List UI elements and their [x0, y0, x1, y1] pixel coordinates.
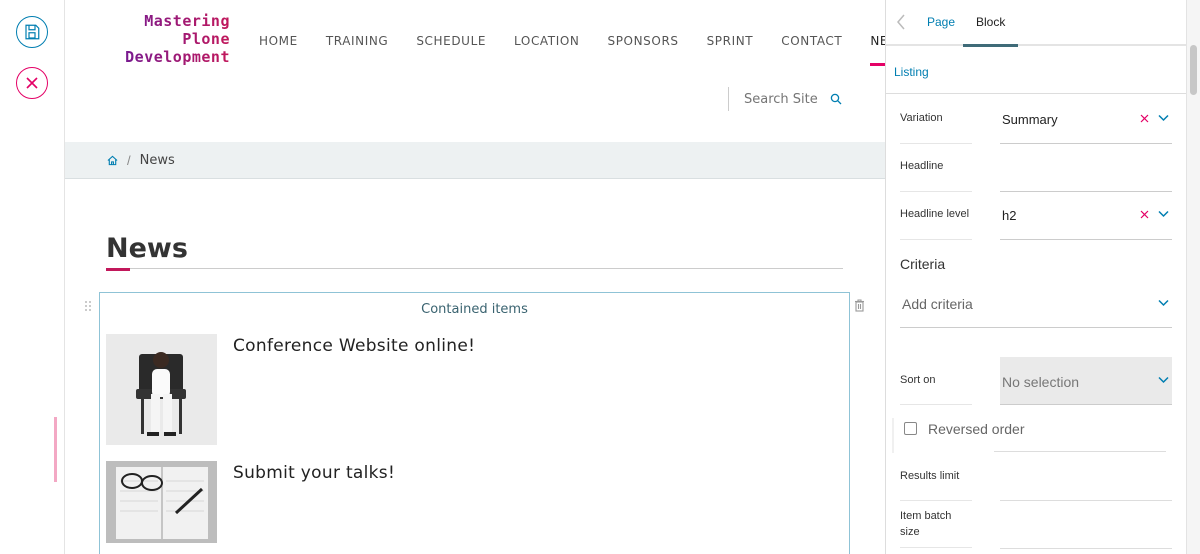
logo-line: Plone: [182, 30, 230, 48]
item-batch-size-label: Item batch size: [900, 508, 951, 540]
nav-location[interactable]: LOCATION: [500, 0, 593, 66]
sidebar-tabs: Page Block: [886, 0, 1186, 47]
breadcrumb: / News: [65, 142, 885, 179]
field-divider: [994, 451, 1166, 452]
chevron-left-icon[interactable]: [896, 14, 906, 30]
field-divider: [900, 500, 972, 501]
item-title[interactable]: Submit your talks!: [233, 463, 395, 543]
list-item[interactable]: Submit your talks!: [106, 461, 395, 543]
drag-handle-icon[interactable]: [83, 300, 93, 312]
field-divider: [900, 239, 972, 240]
site-logo[interactable]: Mastering Plone Development: [105, 12, 230, 66]
item-thumbnail[interactable]: [106, 461, 217, 543]
add-criteria-placeholder: Add criteria: [902, 296, 973, 312]
page-title[interactable]: News: [106, 233, 188, 264]
reversed-order-row: Reversed order: [892, 418, 1172, 453]
breadcrumb-current: News: [139, 152, 175, 168]
title-divider: [106, 268, 843, 269]
chevron-down-icon[interactable]: [1158, 376, 1169, 384]
listing-block[interactable]: Contained items Conference Website onlin…: [99, 292, 850, 554]
chevron-down-icon[interactable]: [1158, 299, 1169, 307]
close-icon: [26, 77, 38, 89]
nav-training[interactable]: TRAINING: [312, 0, 403, 66]
listing-header: Contained items: [421, 302, 528, 317]
chevron-down-icon[interactable]: [1158, 210, 1169, 218]
tab-block[interactable]: Block: [976, 15, 1005, 29]
block-edit-marker: [54, 417, 57, 482]
label-line: Item batch: [900, 510, 952, 522]
results-limit-input[interactable]: [1000, 453, 1172, 501]
field-divider: [900, 191, 972, 192]
sidebar: Page Block Listing Variation Summary Hea…: [885, 0, 1186, 554]
nav-sponsors[interactable]: SPONSORS: [594, 0, 693, 66]
headline-level-select[interactable]: h2: [1000, 192, 1172, 240]
headline-level-label: Headline level: [900, 208, 970, 220]
variation-label: Variation: [900, 112, 943, 124]
headline-input[interactable]: [1000, 144, 1172, 192]
item-title[interactable]: Conference Website online!: [233, 336, 475, 445]
chevron-down-icon[interactable]: [1158, 114, 1169, 122]
reversed-order-checkbox[interactable]: [904, 422, 917, 435]
sort-on-label: Sort on: [900, 374, 936, 386]
site-content: Mastering Plone Development HOME TRAININ…: [65, 0, 885, 554]
home-icon[interactable]: [107, 155, 118, 166]
nav-news[interactable]: NEWS: [856, 0, 885, 66]
item-batch-size-input[interactable]: [1000, 501, 1172, 549]
sort-on-select[interactable]: No selection: [1000, 357, 1172, 405]
nav-contact[interactable]: CONTACT: [767, 0, 856, 66]
reversed-order-label[interactable]: Reversed order: [928, 421, 1025, 437]
active-tab-indicator: [963, 44, 1018, 47]
save-button[interactable]: [16, 16, 48, 48]
field-divider: [900, 404, 972, 405]
nav-schedule[interactable]: SCHEDULE: [402, 0, 500, 66]
clear-icon[interactable]: [1140, 114, 1149, 123]
nav-home[interactable]: HOME: [245, 0, 312, 66]
sort-on-value: No selection: [1002, 374, 1080, 390]
breadcrumb-separator: /: [127, 152, 131, 168]
clear-icon[interactable]: [1140, 210, 1149, 219]
tab-page[interactable]: Page: [927, 15, 955, 29]
item-thumbnail[interactable]: [106, 334, 217, 445]
add-criteria-select[interactable]: Add criteria: [900, 281, 1172, 328]
search-icon[interactable]: [830, 93, 842, 105]
list-item[interactable]: Conference Website online!: [106, 334, 475, 445]
headline-label: Headline: [900, 160, 944, 172]
variation-select[interactable]: Summary: [1000, 96, 1172, 144]
floppy-disk-icon: [25, 24, 40, 40]
variation-value: Summary: [1002, 112, 1058, 127]
label-line: size: [900, 526, 920, 538]
field-divider: [900, 143, 972, 144]
logo-line: Development: [125, 48, 230, 66]
search-input[interactable]: [744, 91, 824, 107]
logo-line: Mastering: [144, 12, 230, 30]
main-navigation: HOME TRAINING SCHEDULE LOCATION SPONSORS…: [245, 0, 885, 66]
nav-sprint[interactable]: SPRINT: [693, 0, 768, 66]
search-box: [728, 87, 842, 111]
sidebar-scrollbar[interactable]: [1186, 0, 1200, 554]
scrollbar-thumb[interactable]: [1190, 45, 1197, 95]
trash-icon[interactable]: [854, 299, 865, 312]
cancel-button[interactable]: [16, 67, 48, 99]
field-divider: [900, 547, 972, 548]
edit-toolbar: [0, 0, 65, 554]
results-limit-label: Results limit: [900, 470, 960, 482]
headline-level-value: h2: [1002, 208, 1017, 223]
title-accent: [106, 268, 130, 271]
block-type-title: Listing: [886, 46, 1186, 94]
criteria-heading: Criteria: [900, 256, 946, 272]
